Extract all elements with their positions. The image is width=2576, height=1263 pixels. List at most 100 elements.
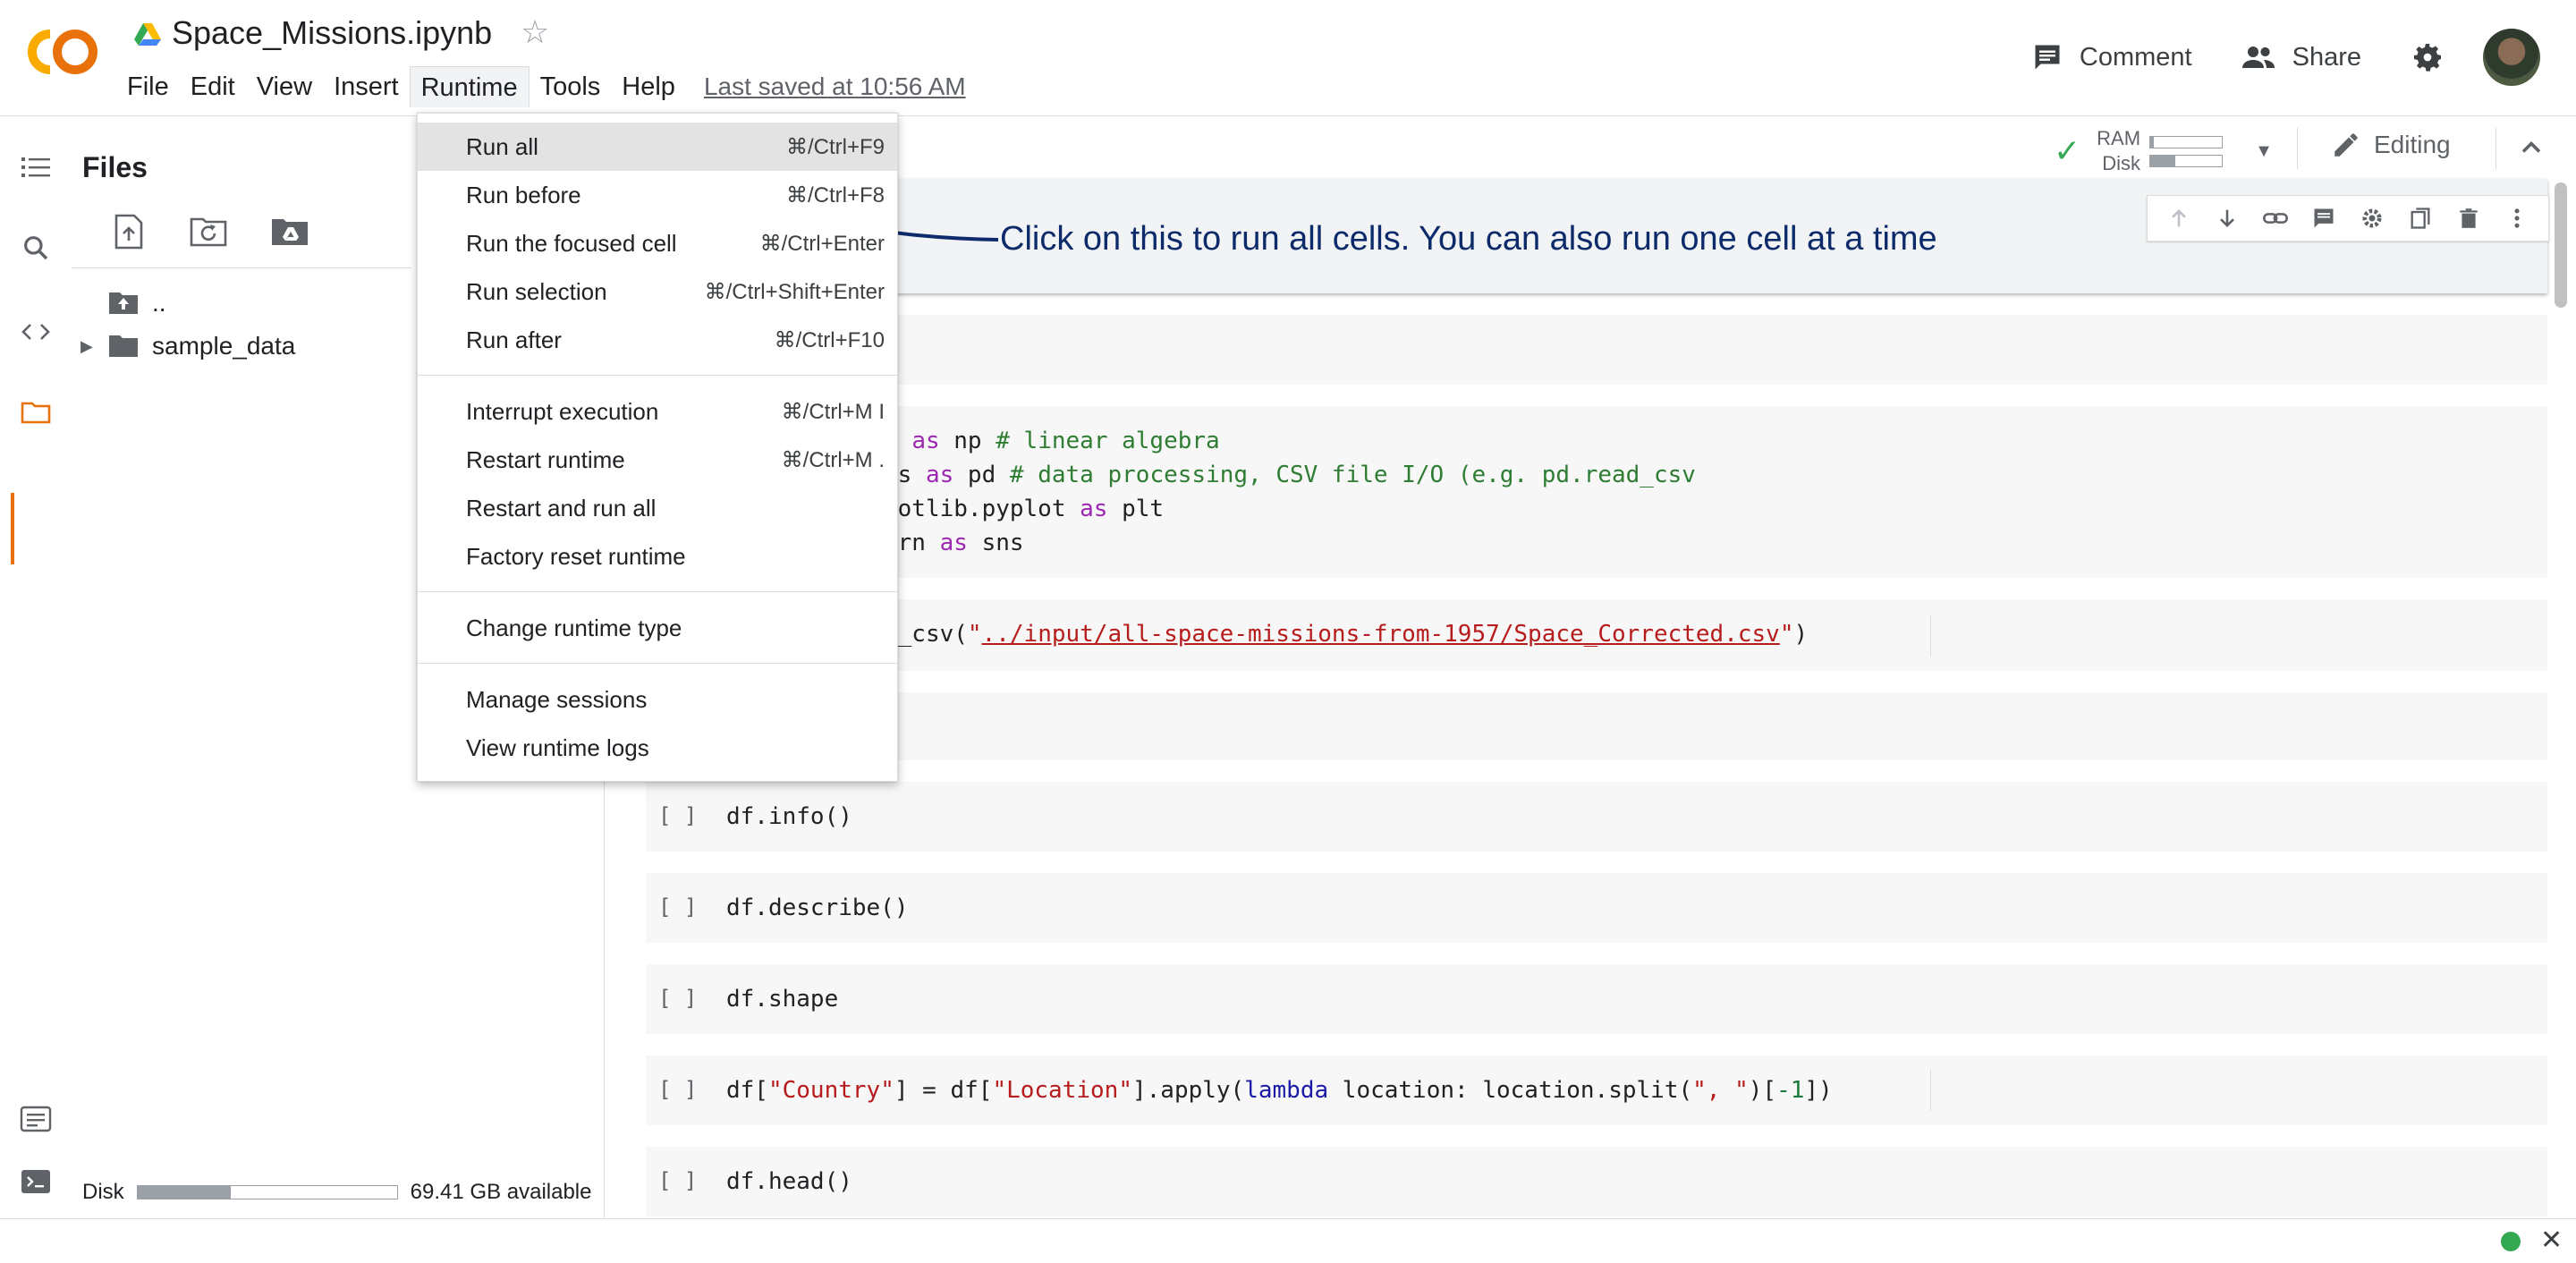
menu-item-restart-and-run-all[interactable]: Restart and run all (418, 484, 897, 532)
chevron-up-icon[interactable] (2515, 131, 2547, 164)
menu-file[interactable]: File (116, 66, 180, 107)
code-cell-imports[interactable]: y as np # linear algebra as as pd # data… (646, 406, 2547, 578)
tree-item-sample-data[interactable]: ▶ sample_data (80, 326, 295, 366)
annotation-callout: Click on this to run all cells. You can … (1000, 220, 1937, 258)
code-line: lotlib.pyplot as plt (884, 496, 1165, 522)
code-cell-describe[interactable]: [ ] df.describe() (646, 873, 2547, 943)
status-indicator-icon (2501, 1232, 2521, 1251)
expand-caret-icon[interactable]: ▶ (80, 337, 107, 356)
menu-item-change-runtime-type[interactable]: Change runtime type (418, 604, 897, 652)
resources-dropdown-icon[interactable]: ▼ (2255, 141, 2273, 162)
cell-settings-icon[interactable] (2348, 198, 2396, 239)
editing-label: Editing (2374, 131, 2451, 158)
files-folder-icon[interactable] (18, 394, 54, 430)
files-toolbar (107, 210, 349, 253)
colab-logo[interactable] (23, 25, 102, 79)
share-label: Share (2292, 42, 2361, 72)
code-line: df.describe() (726, 894, 909, 921)
user-avatar[interactable] (2483, 29, 2540, 86)
move-down-icon[interactable] (2203, 198, 2251, 239)
menu-item-interrupt-execution[interactable]: Interrupt execution ⌘/Ctrl+M I (418, 387, 897, 436)
run-cell-button[interactable]: [ ] (658, 894, 697, 920)
resources-indicator[interactable]: ✓ RAM Disk ▼ (2054, 126, 2273, 176)
code-cell-country[interactable]: [ ] df["Country"] = df["Location"].apply… (646, 1055, 2547, 1125)
menu-item-manage-sessions[interactable]: Manage sessions (418, 675, 897, 724)
menu-help[interactable]: Help (611, 66, 686, 107)
menu-runtime[interactable]: Runtime (409, 66, 530, 107)
code-cell-info[interactable]: [ ] df.info() (646, 782, 2547, 852)
code-cell-head[interactable]: [ ] df.head() (646, 1147, 2547, 1216)
code-line: d_csv("../input/all-space-missions-from-… (884, 621, 1809, 648)
code-snippets-icon[interactable] (18, 314, 54, 350)
comment-label: Comment (2079, 42, 2192, 72)
code-cell-read-csv[interactable]: d_csv("../input/all-space-missions-from-… (646, 599, 2547, 671)
editing-mode-button[interactable]: Editing (2331, 130, 2451, 160)
menu-insert[interactable]: Insert (323, 66, 410, 107)
tree-item-label: .. (152, 289, 166, 317)
header: Space_Missions.ipynb ☆ File Edit View In… (0, 0, 2576, 116)
menu-item-restart-runtime[interactable]: Restart runtime ⌘/Ctrl+M . (418, 436, 897, 484)
comment-button[interactable]: Comment (2031, 41, 2192, 73)
disk-label: Disk (82, 1180, 124, 1204)
comment-icon (2035, 45, 2060, 70)
mount-drive-icon[interactable] (268, 210, 311, 253)
tree-item-parent[interactable]: .. (80, 284, 166, 323)
code-line: df.shape (726, 986, 839, 1013)
disk-available: 69.41 GB available (410, 1180, 592, 1204)
notebook-title[interactable]: Space_Missions.ipynb (172, 14, 492, 52)
menu-item-run-before[interactable]: Run before ⌘/Ctrl+F8 (418, 171, 897, 219)
code-line: as as pd # data processing, CSV file I/O… (884, 462, 1696, 488)
upload-file-icon[interactable] (107, 210, 150, 253)
more-vert-icon[interactable] (2493, 198, 2541, 239)
menu-edit[interactable]: Edit (180, 66, 246, 107)
command-palette-icon[interactable] (18, 1101, 54, 1137)
menu-item-view-runtime-logs[interactable]: View runtime logs (418, 724, 897, 772)
code-line: y as np # linear algebra (884, 428, 1220, 454)
comment-icon[interactable] (2300, 198, 2348, 239)
run-cell-button[interactable]: [ ] (658, 1168, 697, 1193)
ram-label: RAM (2097, 127, 2141, 149)
close-icon[interactable]: ✕ (2540, 1225, 2563, 1256)
share-button[interactable]: Share (2241, 41, 2361, 73)
notebook-toolbar: ✓ RAM Disk ▼ Editing (894, 117, 2576, 178)
star-icon[interactable]: ☆ (521, 16, 549, 48)
run-cell-button[interactable]: [ ] (658, 1077, 697, 1102)
code-line: df.info() (726, 803, 852, 830)
last-saved-link[interactable]: Last saved at 10:56 AM (704, 72, 966, 101)
folder-icon (109, 335, 138, 357)
menu-item-run-after[interactable]: Run after ⌘/Ctrl+F10 (418, 316, 897, 364)
move-up-icon[interactable] (2155, 198, 2203, 239)
left-rail (0, 117, 72, 1235)
header-actions: Comment Share (2031, 27, 2540, 88)
refresh-folder-icon[interactable] (188, 210, 231, 253)
search-icon[interactable] (18, 230, 54, 266)
mirror-cell-icon[interactable] (2396, 198, 2445, 239)
rail-active-indicator (11, 493, 14, 564)
notebook-scrollbar[interactable] (2555, 182, 2567, 308)
status-bar: ✕ (0, 1218, 2576, 1263)
menu-tools[interactable]: Tools (530, 66, 612, 107)
menu-item-factory-reset-runtime[interactable]: Factory reset runtime (418, 532, 897, 581)
run-cell-button[interactable]: [ ] (658, 986, 697, 1011)
settings-gear-icon[interactable] (2410, 39, 2445, 75)
text-cell[interactable] (646, 315, 2547, 385)
pencil-icon (2334, 133, 2358, 157)
code-cell[interactable] (646, 692, 2547, 760)
menu-view[interactable]: View (246, 66, 323, 107)
menu-item-run-selection[interactable]: Run selection ⌘/Ctrl+Shift+Enter (418, 267, 897, 316)
terminal-icon[interactable] (18, 1164, 54, 1199)
delete-icon[interactable] (2445, 198, 2493, 239)
folder-up-icon (109, 292, 138, 314)
run-cell-button[interactable]: [ ] (658, 803, 697, 828)
link-icon[interactable] (2251, 198, 2300, 239)
menu-item-run-all[interactable]: Run all ⌘/Ctrl+F9 (418, 123, 897, 171)
code-cell-shape[interactable]: [ ] df.shape (646, 964, 2547, 1034)
code-line: df.head() (726, 1168, 852, 1195)
files-divider (72, 267, 411, 268)
menu-item-run-focused-cell[interactable]: Run the focused cell ⌘/Ctrl+Enter (418, 219, 897, 267)
disk-bar (2149, 154, 2224, 167)
files-panel-title: Files (82, 151, 148, 183)
menubar: File Edit View Insert Runtime Tools Help… (116, 66, 966, 107)
table-of-contents-icon[interactable] (18, 149, 54, 185)
code-line: df["Country"] = df["Location"].apply(lam… (726, 1077, 1833, 1104)
